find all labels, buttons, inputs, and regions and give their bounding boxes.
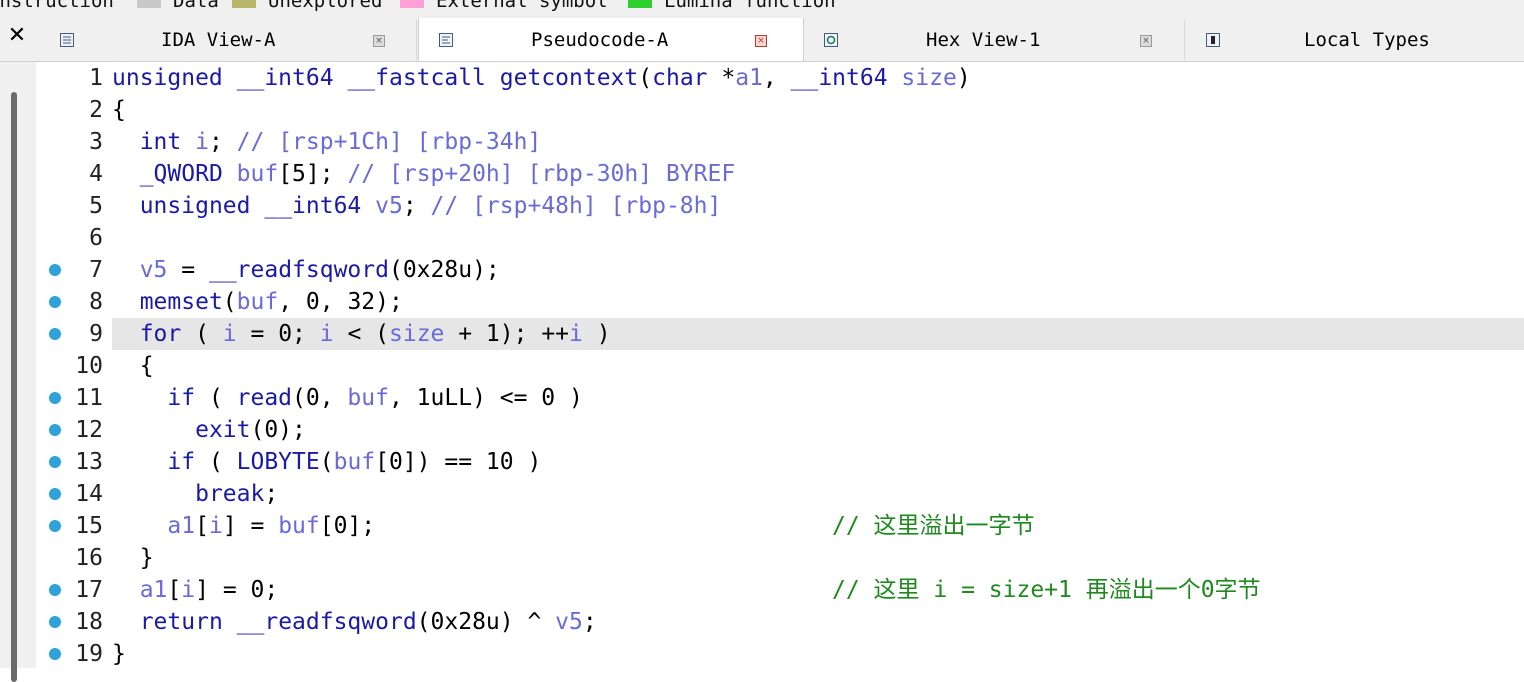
tab-hex-view-1[interactable]: Hex View-1 × bbox=[804, 20, 1185, 60]
legend-data: Data bbox=[137, 0, 219, 12]
pseudocode-view[interactable]: 1 unsigned __int64 __fastcall getcontext(… bbox=[36, 62, 1524, 668]
line-number: 19 bbox=[75, 641, 103, 667]
code-line[interactable]: 1 unsigned __int64 __fastcall getcontext(… bbox=[36, 62, 1524, 94]
line-number: 2 bbox=[89, 97, 103, 123]
line-number: 8 bbox=[89, 289, 103, 315]
line-number: 16 bbox=[75, 545, 103, 571]
line-number: 14 bbox=[75, 481, 103, 507]
code-comment: // 这里溢出一字节 bbox=[832, 513, 1035, 539]
breakpoint-dot-icon[interactable] bbox=[49, 392, 61, 404]
legend-external-symbol: External symbol bbox=[400, 0, 608, 12]
tab-close-icon[interactable]: × bbox=[373, 35, 385, 47]
line-number: 4 bbox=[89, 161, 103, 187]
tab-close-icon[interactable]: × bbox=[755, 35, 767, 47]
code-line[interactable]: 11 if ( read(0, buf, 1uLL) <= 0 ) bbox=[36, 382, 1524, 414]
code-text: exit(0); bbox=[195, 417, 306, 443]
line-number: 17 bbox=[75, 577, 103, 603]
legend-lumina-swatch bbox=[628, 0, 652, 8]
pseudocode-icon bbox=[439, 33, 453, 47]
line-number: 13 bbox=[75, 449, 103, 475]
line-number: 1 bbox=[89, 65, 103, 91]
close-icon[interactable]: ✕ bbox=[4, 22, 30, 50]
line-number: 9 bbox=[89, 321, 103, 347]
tab-label: Local Types bbox=[1304, 29, 1430, 51]
code-line[interactable]: 15 a1[i] = buf[0]; // 这里溢出一字节 bbox=[36, 510, 1524, 542]
legend-data-swatch bbox=[137, 0, 161, 8]
code-line[interactable]: 6 bbox=[36, 222, 1524, 254]
local-types-icon bbox=[1206, 33, 1220, 47]
line-number: 12 bbox=[75, 417, 103, 443]
code-text: int i; // [rsp+1Ch] [rbp-34h] bbox=[139, 129, 542, 155]
tab-label: IDA View-A bbox=[161, 29, 276, 51]
legend-lumina-function: Lumina function bbox=[628, 0, 836, 12]
code-text: { bbox=[112, 97, 126, 123]
legend-external-swatch bbox=[400, 0, 424, 8]
tab-close-icon[interactable]: × bbox=[1140, 35, 1152, 47]
code-line[interactable]: 5 unsigned __int64 v5; // [rsp+48h] [rbp… bbox=[36, 190, 1524, 222]
code-line[interactable]: 8 memset(buf, 0, 32); bbox=[36, 286, 1524, 318]
code-text: _QWORD buf[5]; // [rsp+20h] [rbp-30h] BY… bbox=[139, 161, 736, 187]
color-legend: Instruction Data Unexplored External sym… bbox=[0, 0, 1524, 14]
code-line[interactable]: 18 return __readfsqword(0x28u) ^ v5; bbox=[36, 606, 1524, 638]
tab-ida-view-a[interactable]: IDA View-A × bbox=[40, 20, 417, 60]
code-line[interactable]: 12 exit(0); bbox=[36, 414, 1524, 446]
code-text: unsigned __int64 v5; // [rsp+48h] [rbp-8… bbox=[139, 193, 722, 219]
legend-unexplored: Unexplored bbox=[232, 0, 382, 12]
line-number: 18 bbox=[75, 609, 103, 635]
code-text: a1[i] = buf[0]; bbox=[167, 513, 376, 539]
breakpoint-dot-icon[interactable] bbox=[49, 296, 61, 308]
tab-pseudocode-a[interactable]: Pseudocode-A × bbox=[418, 18, 804, 61]
breakpoint-dot-icon[interactable] bbox=[49, 616, 61, 628]
ida-view-icon bbox=[60, 33, 74, 47]
code-text: v5 = __readfsqword(0x28u); bbox=[139, 257, 500, 283]
code-text: return __readfsqword(0x28u) ^ v5; bbox=[139, 609, 597, 635]
code-text: break; bbox=[195, 481, 279, 507]
tab-local-types[interactable]: Local Types bbox=[1186, 20, 1524, 60]
code-text: a1[i] = 0; bbox=[139, 577, 279, 603]
code-text: memset(buf, 0, 32); bbox=[139, 289, 403, 315]
hex-view-icon bbox=[824, 33, 838, 47]
code-text: if ( read(0, buf, 1uLL) <= 0 ) bbox=[167, 385, 583, 411]
code-text: for ( i = 0; i < (size + 1); ++i ) bbox=[139, 321, 611, 347]
code-line[interactable]: 9 for ( i = 0; i < (size + 1); ++i ) bbox=[36, 318, 1524, 350]
code-text: unsigned __int64 __fastcall getcontext(c… bbox=[112, 65, 971, 91]
tab-label: Pseudocode-A bbox=[531, 29, 669, 51]
code-text: if ( LOBYTE(buf[0]) == 10 ) bbox=[167, 449, 542, 475]
breakpoint-dot-icon[interactable] bbox=[49, 424, 61, 436]
code-line[interactable]: 16 } bbox=[36, 542, 1524, 574]
code-line[interactable]: 2{ bbox=[36, 94, 1524, 126]
code-line[interactable]: 7 v5 = __readfsqword(0x28u); bbox=[36, 254, 1524, 286]
code-line[interactable]: 3 int i; // [rsp+1Ch] [rbp-34h] bbox=[36, 126, 1524, 158]
tab-label: Hex View-1 bbox=[926, 29, 1041, 51]
breakpoint-dot-icon[interactable] bbox=[49, 584, 61, 596]
line-number: 7 bbox=[89, 257, 103, 283]
code-line[interactable]: 4 _QWORD buf[5]; // [rsp+20h] [rbp-30h] … bbox=[36, 158, 1524, 190]
legend-instruction: Instruction bbox=[0, 0, 114, 12]
line-number: 3 bbox=[89, 129, 103, 155]
vertical-scrollbar[interactable] bbox=[11, 92, 17, 682]
line-number: 15 bbox=[75, 513, 103, 539]
line-number: 11 bbox=[75, 385, 103, 411]
code-text: } bbox=[112, 641, 126, 667]
breakpoint-dot-icon[interactable] bbox=[49, 520, 61, 532]
code-text: } bbox=[112, 545, 154, 571]
breakpoint-dot-icon[interactable] bbox=[49, 648, 61, 660]
legend-unexplored-swatch bbox=[232, 0, 256, 8]
breakpoint-dot-icon[interactable] bbox=[49, 456, 61, 468]
code-line[interactable]: 10 { bbox=[36, 350, 1524, 382]
code-line[interactable]: 19} bbox=[36, 638, 1524, 670]
left-gutter bbox=[0, 62, 37, 682]
code-line[interactable]: 17 a1[i] = 0; // 这里 i = size+1 再溢出一个0字节 bbox=[36, 574, 1524, 606]
tab-bar: ✕ IDA View-A × Pseudocode-A × Hex View-1… bbox=[0, 14, 1524, 62]
code-line[interactable]: 14 break; bbox=[36, 478, 1524, 510]
code-comment: // 这里 i = size+1 再溢出一个0字节 bbox=[832, 577, 1261, 603]
code-line[interactable]: 13 if ( LOBYTE(buf[0]) == 10 ) bbox=[36, 446, 1524, 478]
breakpoint-dot-icon[interactable] bbox=[49, 264, 61, 276]
breakpoint-dot-icon[interactable] bbox=[49, 488, 61, 500]
line-number: 5 bbox=[89, 193, 103, 219]
line-number: 6 bbox=[89, 225, 103, 251]
line-number: 10 bbox=[75, 353, 103, 379]
code-text: { bbox=[112, 353, 154, 379]
breakpoint-dot-icon[interactable] bbox=[49, 328, 61, 340]
